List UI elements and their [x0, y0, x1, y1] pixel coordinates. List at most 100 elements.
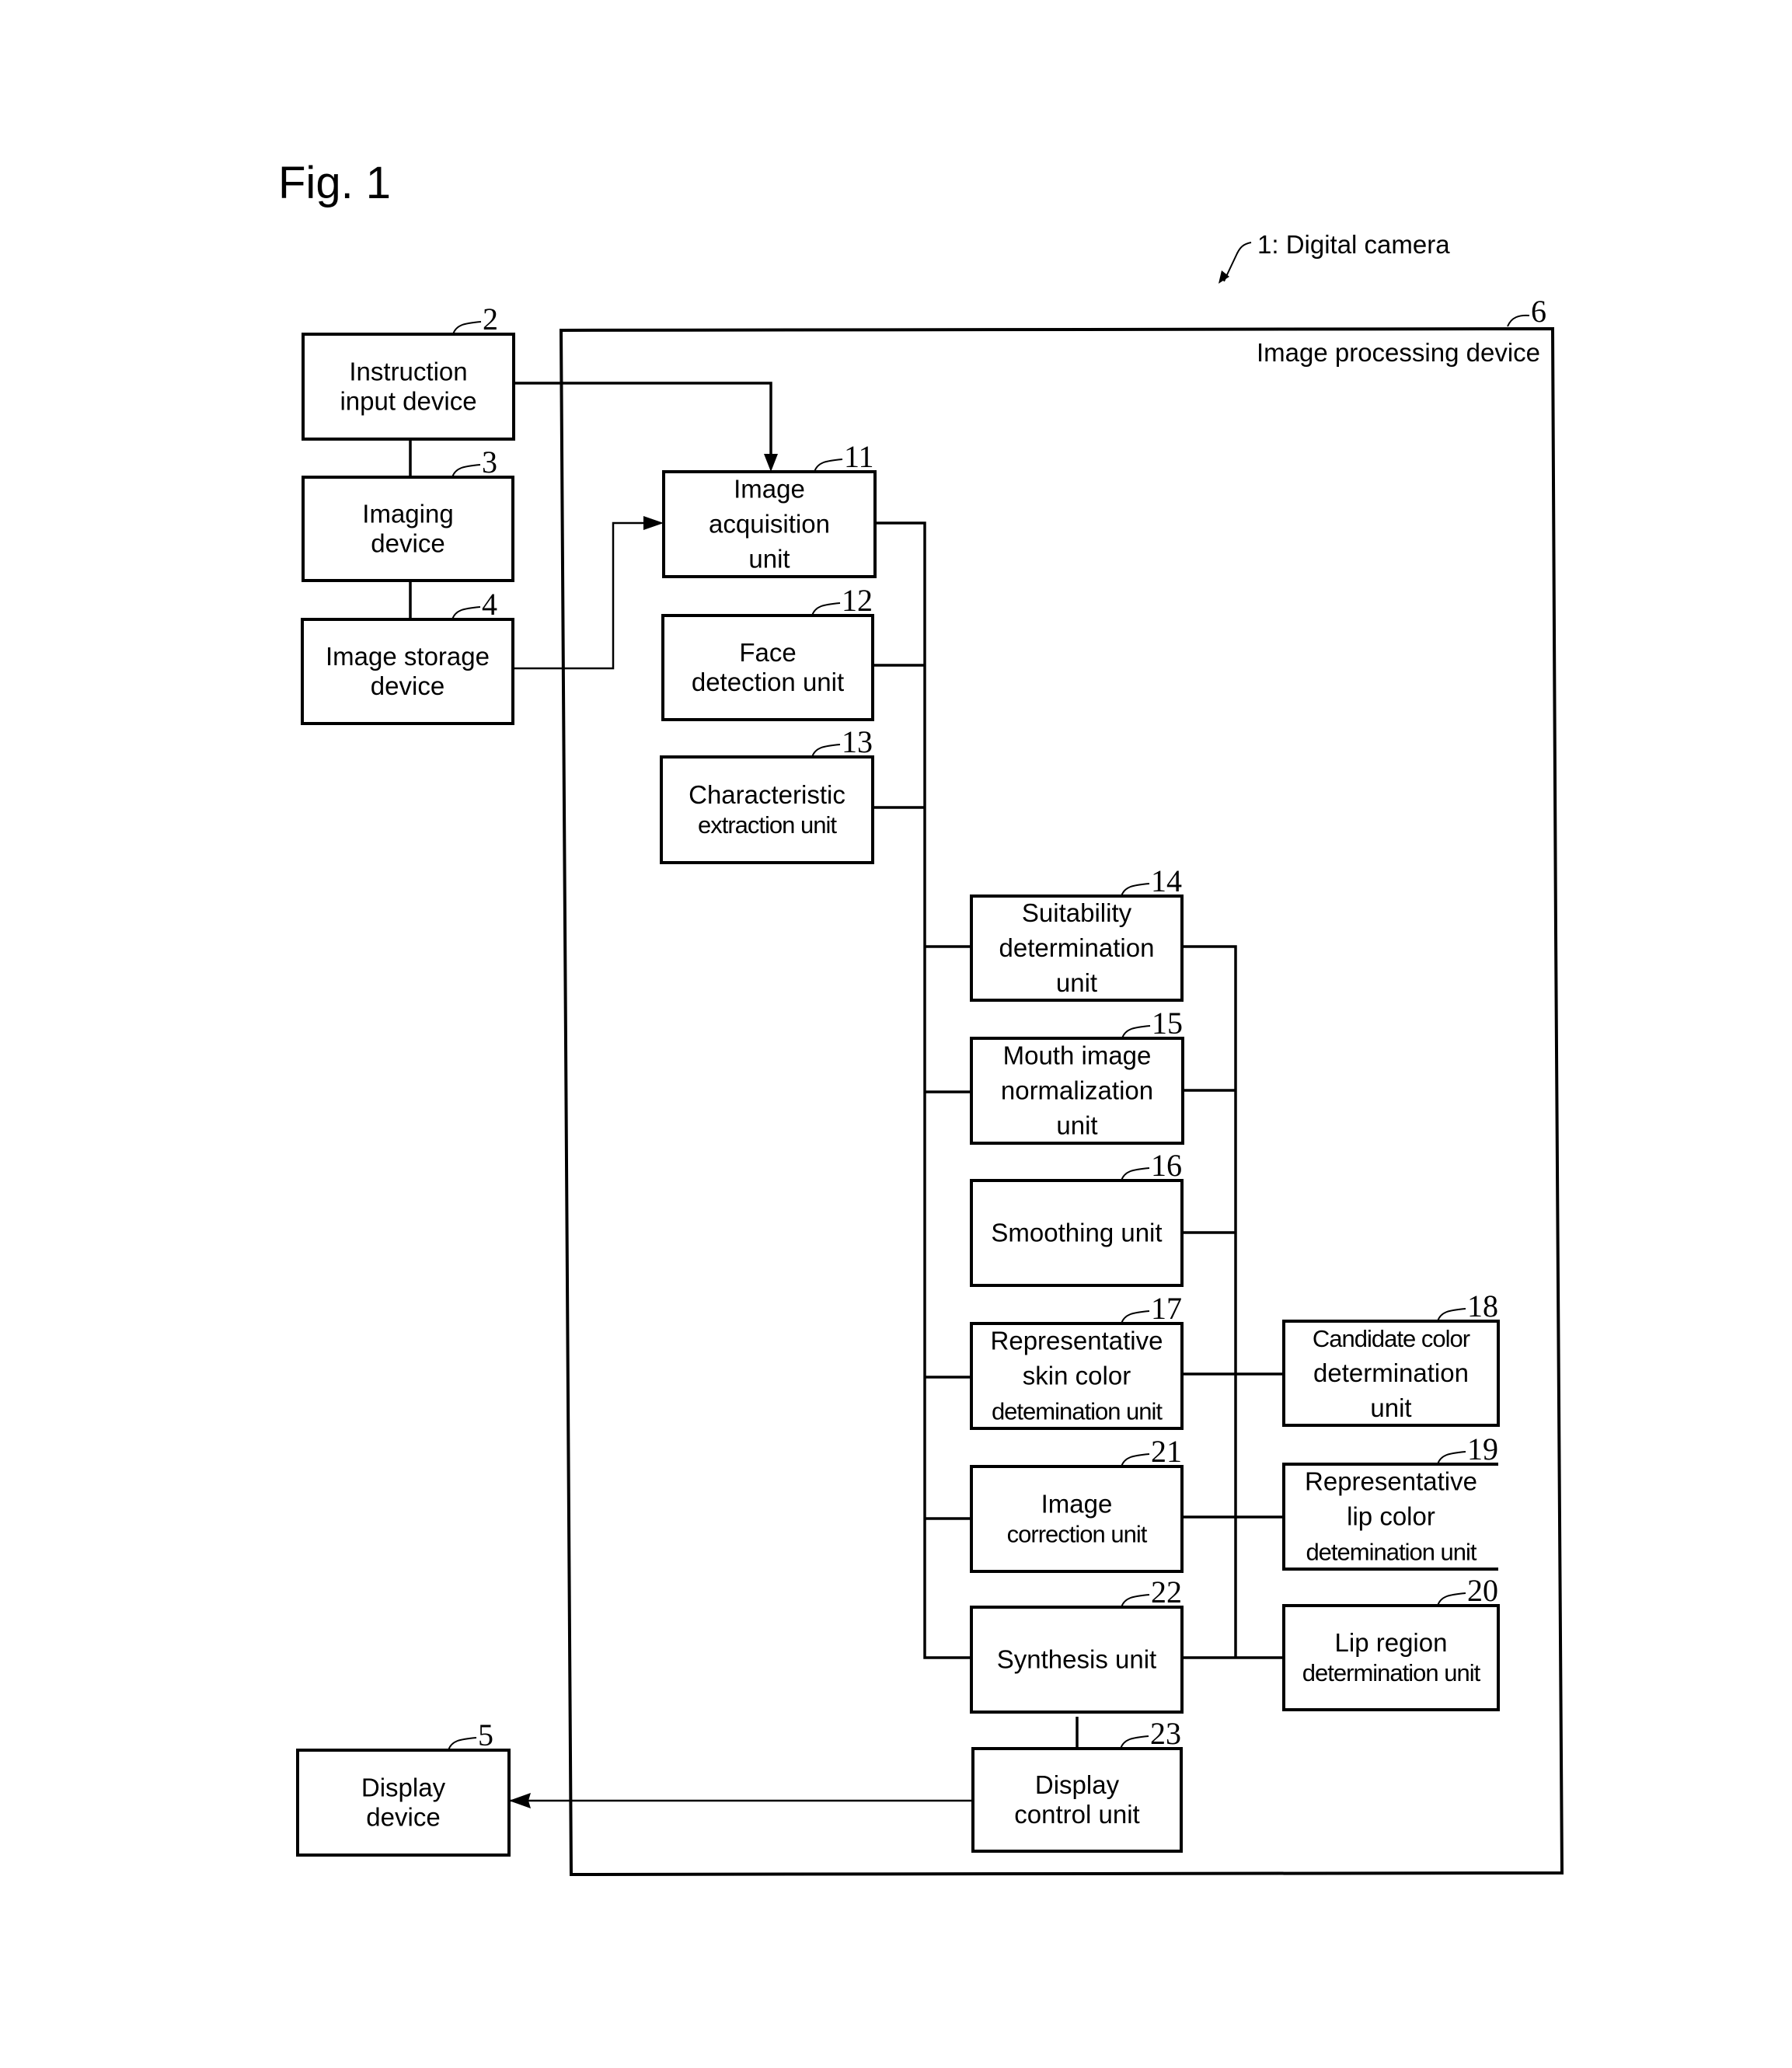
reference-leader	[811, 602, 841, 616]
reference-leader	[814, 459, 843, 473]
block-label-line: device	[371, 671, 445, 700]
reference-leader	[1121, 1453, 1150, 1467]
block-label-line: Instruction	[349, 357, 467, 386]
block-label-line: Imaging	[362, 500, 453, 528]
block-imaging-device: Imagingdevice 3	[302, 445, 514, 582]
block-label-line: device	[366, 1803, 440, 1832]
block-display-device: Displaydevice 5	[296, 1718, 511, 1857]
block-candidate-color-determination-unit: Candidate color determination unit 18	[1282, 1289, 1500, 1427]
container-ref-number: 6	[1531, 294, 1546, 329]
block-smoothing-unit: Smoothing unit 16	[970, 1148, 1184, 1287]
block-label-line: Smoothing unit	[991, 1219, 1162, 1247]
block-label-line: Face	[739, 638, 796, 667]
reference-leader	[811, 744, 841, 758]
block-label-line: unit	[1056, 968, 1097, 997]
figure-title: Fig. 1	[278, 158, 391, 208]
block-label-line: Candidate color	[1313, 1325, 1470, 1352]
reference-leader	[1437, 1592, 1466, 1606]
reference-number: 4	[482, 587, 497, 622]
block-border	[1282, 1604, 1500, 1711]
wire-left-bus	[875, 521, 971, 1659]
block-label-line: skin color	[1023, 1362, 1131, 1390]
block-label-line: Characteristic	[689, 780, 845, 809]
block-characteristic-extraction-unit: Characteristicextraction unit 13	[660, 724, 874, 864]
reference-number: 5	[478, 1718, 493, 1752]
block-label-line: unit	[1056, 1111, 1097, 1140]
block-border	[660, 755, 874, 864]
reference-number: 2	[483, 302, 498, 337]
wire-storage-to-acquisition	[513, 521, 650, 670]
block-representative-skin-color-determination-unit: Representative skin color detemination uni…	[970, 1291, 1184, 1430]
reference-leader	[448, 1737, 477, 1751]
block-face-detection-unit: Facedetection unit 12	[661, 583, 874, 721]
reference-number: 15	[1152, 1006, 1183, 1041]
block-label-line: determination	[999, 933, 1155, 962]
wire-instruction-to-acquisition	[514, 382, 772, 457]
block-label-line: detemination unit	[1306, 1539, 1476, 1566]
block-label-line: normalization	[1001, 1076, 1153, 1105]
block-label-line: Suitability	[1022, 898, 1132, 927]
block-label-line: Lip region	[1335, 1628, 1448, 1657]
block-label-line: detemination unit	[992, 1398, 1163, 1425]
reference-number: 16	[1151, 1148, 1182, 1183]
wire-right-bus	[1182, 945, 1237, 1658]
reference-number: 19	[1467, 1432, 1498, 1466]
block-label-line: determination	[1313, 1358, 1469, 1387]
reference-number: 11	[844, 439, 874, 474]
reference-leader	[1437, 1451, 1466, 1465]
reference-leader	[452, 321, 482, 335]
arrowhead-right-icon	[643, 516, 664, 530]
block-label-line: Display	[1035, 1770, 1120, 1799]
reference-number: 12	[842, 583, 873, 618]
reference-number: 18	[1467, 1289, 1498, 1323]
reference-number: 22	[1151, 1575, 1182, 1609]
block-label-line: determination unit	[1302, 1659, 1481, 1686]
block-label-line: Image storage	[326, 642, 490, 671]
reference-number: 23	[1150, 1716, 1181, 1751]
container-label: Image processing device	[1257, 338, 1540, 367]
block-label-line: lip color	[1347, 1502, 1435, 1531]
arrowhead-down-icon	[764, 454, 778, 472]
block-label-line: Display	[361, 1773, 446, 1802]
block-label-line: correction unit	[1007, 1521, 1148, 1548]
block-label-line: detection unit	[692, 668, 844, 696]
reference-number: 13	[842, 724, 873, 759]
block-label-line: control unit	[1014, 1800, 1139, 1829]
block-label-line: device	[371, 529, 445, 558]
block-label-line: Mouth image	[1003, 1041, 1152, 1070]
digital-camera-label: 1: Digital camera	[1257, 230, 1450, 259]
reference-leader	[1437, 1308, 1466, 1322]
block-mouth-image-normalization-unit: Mouth image normalization unit 15	[970, 1006, 1184, 1145]
block-diagram: Fig. 1 1: Digital camera 6 Image process…	[278, 158, 1564, 1877]
container-ref-leader	[1507, 314, 1530, 327]
block-label-line: Representative	[991, 1327, 1163, 1355]
reference-leader	[451, 606, 481, 620]
digital-camera-label-group: 1: Digital camera	[1218, 230, 1450, 284]
block-label-line: Representative	[1305, 1467, 1477, 1496]
digital-camera-arrow-icon	[1223, 242, 1252, 282]
block-label-line: unit	[748, 545, 790, 574]
block-label-line: Image	[734, 475, 805, 504]
block-label-line: extraction unit	[698, 811, 837, 839]
reference-leader	[1121, 883, 1150, 897]
reference-leader	[1121, 1310, 1150, 1324]
reference-number: 3	[482, 445, 497, 480]
block-label-line: Image	[1041, 1490, 1113, 1519]
arrowhead-left-icon	[509, 1793, 531, 1808]
block-label-line: unit	[1370, 1393, 1411, 1422]
reference-leader	[1121, 1167, 1150, 1181]
block-synthesis-unit: Synthesis unit 22	[970, 1575, 1184, 1714]
block-lip-region-determination-unit: Lip regiondetermination unit 20	[1282, 1573, 1500, 1711]
reference-number: 21	[1151, 1434, 1182, 1469]
blocks: Instructioninput device2Imagingdevice3Im…	[296, 302, 1500, 1857]
reference-leader	[1120, 1735, 1149, 1749]
block-label-line: acquisition	[709, 510, 830, 539]
block-suitability-determination-unit: Suitability determination unit 14	[970, 863, 1184, 1002]
block-representative-lip-color-determination-unit: Representative lip color detemination unit…	[1282, 1432, 1498, 1571]
block-image-storage-device: Image storagedevice 4	[301, 587, 514, 725]
reference-number: 17	[1151, 1291, 1182, 1326]
reference-leader	[1121, 1594, 1150, 1608]
block-image-correction-unit: Imagecorrection unit 21	[970, 1434, 1184, 1573]
reference-number: 14	[1151, 863, 1182, 898]
reference-number: 20	[1467, 1573, 1498, 1608]
